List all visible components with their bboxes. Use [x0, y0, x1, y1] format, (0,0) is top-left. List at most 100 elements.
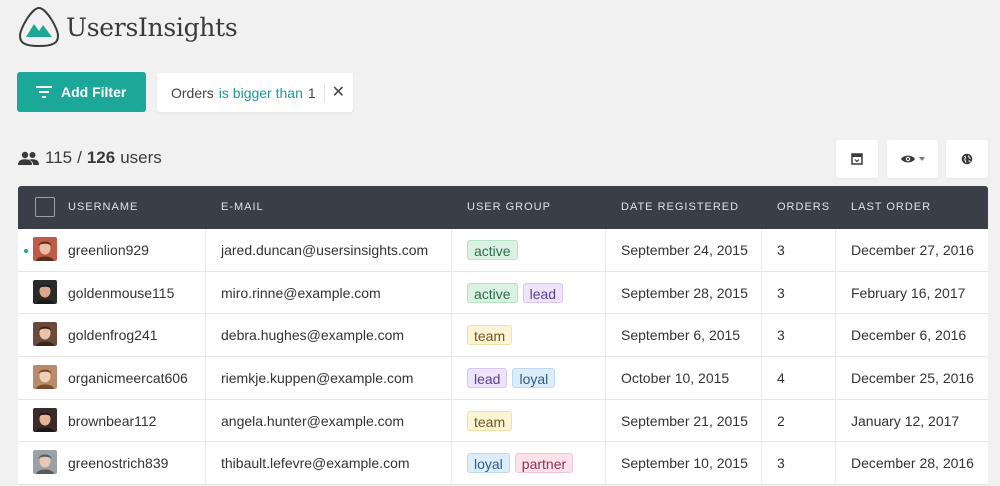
column-divider	[835, 271, 836, 314]
table-row[interactable]: greenlion929 jared.duncan@usersinsights.c…	[18, 229, 988, 272]
date-registered-cell: September 6, 2015	[621, 327, 741, 344]
column-divider	[761, 357, 762, 399]
logo-mountain-icon	[18, 6, 60, 48]
last-order-cell: December 6, 2016	[851, 327, 967, 344]
username-cell[interactable]: greenlion929	[68, 229, 149, 271]
column-divider	[451, 229, 452, 271]
user-group-cell: team	[467, 400, 517, 442]
table-row[interactable]: goldenfrog241 debra.hughes@example.com tea…	[18, 314, 988, 358]
column-divider	[761, 442, 762, 485]
avatar-image	[33, 322, 57, 347]
last-order-cell: February 16, 2017	[851, 284, 966, 301]
add-filter-label: Add Filter	[61, 84, 127, 100]
group-tag-lead[interactable]: lead	[522, 282, 564, 303]
email-cell: jared.duncan@usersinsights.com	[221, 241, 429, 258]
column-divider	[451, 314, 452, 357]
avatar[interactable]	[33, 450, 57, 475]
group-tag-loyal[interactable]: loyal	[512, 367, 556, 388]
table-row[interactable]: greenostrich839 thibault.lefevre@example.…	[18, 442, 988, 486]
avatar[interactable]	[33, 365, 57, 390]
column-divider	[605, 271, 606, 314]
total-count: 126	[86, 148, 116, 167]
column-divider	[451, 357, 452, 399]
columns-button[interactable]	[836, 140, 878, 178]
date-registered-cell: October 10, 2015	[621, 369, 730, 386]
active-filter-chip[interactable]: Orders is bigger than 1 ✕	[157, 73, 353, 112]
remove-filter-close-icon[interactable]: ✕	[332, 84, 345, 101]
filter-operator[interactable]: is bigger than	[219, 85, 303, 101]
table-row[interactable]: goldenmouse115 miro.rinne@example.com acti…	[18, 271, 988, 315]
orders-cell: 4	[777, 369, 785, 386]
col-username-header[interactable]: USERNAME	[68, 186, 138, 229]
email-cell: debra.hughes@example.com	[221, 327, 405, 344]
eye-icon	[900, 155, 915, 163]
group-tag-team[interactable]: team	[467, 410, 513, 431]
group-tag-team[interactable]: team	[467, 325, 513, 346]
count-unit: users	[120, 148, 162, 167]
avatar[interactable]	[33, 407, 57, 432]
column-divider	[205, 271, 206, 314]
column-divider	[761, 229, 762, 271]
table-row[interactable]: brownbear112 angela.hunter@example.com tea…	[18, 399, 988, 443]
col-email-header[interactable]: E-MAIL	[221, 186, 264, 229]
column-divider	[451, 442, 452, 485]
col-last-order-header[interactable]: LAST ORDER	[851, 186, 931, 229]
orders-cell: 3	[777, 241, 785, 258]
user-count: 115 / 126 users	[18, 148, 162, 168]
globe-icon	[961, 153, 973, 165]
brand-name: UsersInsights	[66, 12, 238, 42]
column-divider	[835, 399, 836, 442]
date-registered-cell: September 10, 2015	[621, 455, 748, 472]
table-row[interactable]: organicmeercat606 riemkje.kuppen@example.…	[18, 357, 988, 400]
col-date-registered-header[interactable]: DATE REGISTERED	[621, 186, 739, 229]
column-divider	[205, 442, 206, 485]
column-divider	[605, 442, 606, 485]
username-cell[interactable]: greenostrich839	[68, 442, 168, 484]
group-tag-lead[interactable]: lead	[467, 367, 508, 388]
avatar[interactable]	[33, 279, 57, 304]
column-divider	[835, 314, 836, 357]
table-body: greenlion929 jared.duncan@usersinsights.c…	[18, 229, 988, 486]
column-divider	[451, 399, 452, 442]
users-icon	[18, 151, 39, 165]
group-tag-partner[interactable]: partner	[514, 453, 574, 474]
filter-value[interactable]: 1	[308, 85, 316, 101]
user-group-cell: team	[467, 314, 517, 356]
username-cell[interactable]: organicmeercat606	[68, 357, 188, 399]
users-table: USERNAME E-MAIL USER GROUP DATE REGISTER…	[18, 186, 988, 486]
username-cell[interactable]: goldenmouse115	[68, 272, 174, 314]
avatar-image	[33, 237, 57, 261]
add-filter-button[interactable]: Add Filter	[17, 72, 146, 112]
map-view-button[interactable]	[946, 140, 988, 178]
group-tag-active[interactable]: active	[467, 282, 518, 303]
column-divider	[605, 229, 606, 271]
column-divider	[761, 314, 762, 357]
filter-lines-icon	[36, 86, 52, 98]
group-tag-active[interactable]: active	[467, 239, 518, 260]
table-header: USERNAME E-MAIL USER GROUP DATE REGISTER…	[18, 186, 988, 229]
column-divider	[205, 229, 206, 271]
user-group-cell: lead loyal	[467, 357, 560, 399]
group-tag-loyal[interactable]: loyal	[467, 453, 510, 474]
filter-field: Orders	[171, 84, 214, 101]
last-order-cell: January 12, 2017	[851, 412, 960, 429]
column-divider	[205, 399, 206, 442]
select-all-checkbox[interactable]	[35, 197, 55, 217]
app-logo[interactable]: UsersInsights	[18, 6, 238, 48]
last-order-cell: December 25, 2016	[851, 369, 974, 386]
avatar[interactable]	[33, 237, 57, 261]
email-cell: riemkje.kuppen@example.com	[221, 369, 414, 386]
column-divider	[835, 442, 836, 485]
username-cell[interactable]: brownbear112	[68, 400, 156, 442]
username-cell[interactable]: goldenfrog241	[68, 314, 158, 356]
avatar[interactable]	[33, 322, 57, 347]
user-group-cell: active	[467, 229, 523, 271]
avatar-image	[33, 450, 57, 475]
email-cell: thibault.lefevre@example.com	[221, 455, 410, 472]
visibility-menu-button[interactable]	[887, 140, 938, 178]
col-orders-header[interactable]: ORDERS	[777, 186, 830, 229]
chevron-down-icon	[918, 157, 925, 161]
col-user-group-header[interactable]: USER GROUP	[467, 186, 551, 229]
last-order-cell: December 28, 2016	[851, 455, 974, 472]
online-indicator	[24, 249, 28, 253]
